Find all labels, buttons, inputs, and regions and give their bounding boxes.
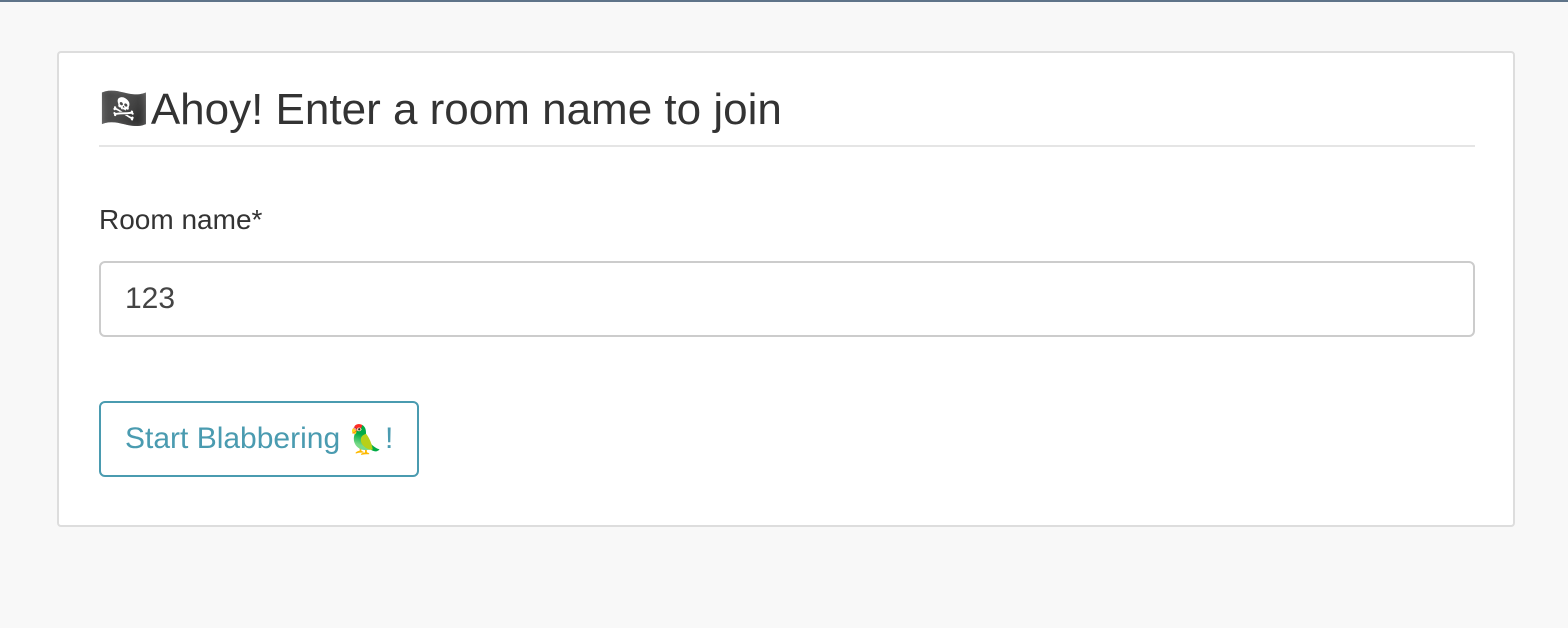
start-blabbering-label: Start Blabbering	[125, 422, 341, 455]
start-blabbering-button[interactable]: Start Blabbering 🦜 !	[99, 401, 420, 477]
room-name-input[interactable]	[99, 261, 1475, 337]
room-name-label: Room name*	[99, 204, 263, 235]
parrot-icon: 🦜	[348, 422, 384, 456]
page-title-text: Ahoy! Enter a room name to join	[150, 85, 782, 134]
pirate-flag-icon: 🏴‍☠️	[99, 86, 149, 132]
start-blabbering-suffix: !	[385, 422, 394, 455]
join-room-panel: 🏴‍☠️ Ahoy! Enter a room name to join Roo…	[57, 51, 1515, 527]
page-title: 🏴‍☠️ Ahoy! Enter a room name to join	[99, 79, 1475, 147]
